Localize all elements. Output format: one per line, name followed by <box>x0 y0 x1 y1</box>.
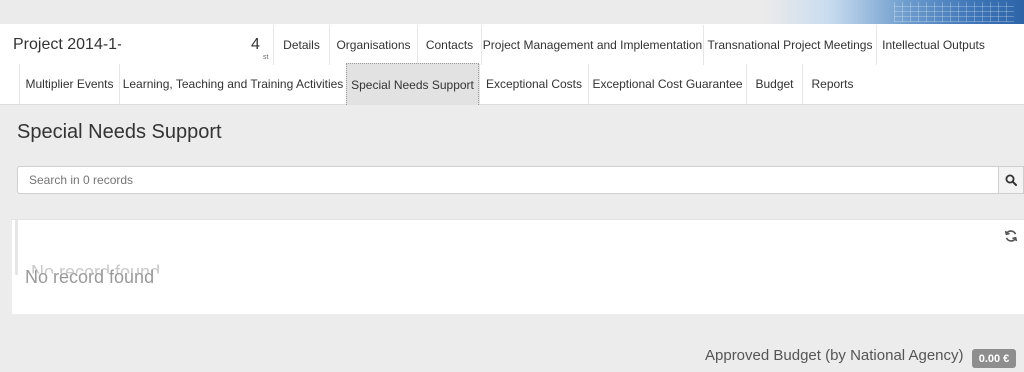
tab-special-needs-support[interactable]: Special Needs Support <box>346 63 479 105</box>
tab-transnational-meetings[interactable]: Transnational Project Meetings <box>703 25 876 65</box>
tab-exceptional-cost-guarantee[interactable]: Exceptional Cost Guarantee <box>588 64 746 104</box>
tab-exceptional-costs[interactable]: Exceptional Costs <box>479 64 588 104</box>
project-title: Project 2014-1- 4 st <box>13 24 268 64</box>
header-banner-image <box>764 0 1024 24</box>
tab-budget[interactable]: Budget <box>746 64 802 104</box>
redacted-region <box>121 24 267 64</box>
page-title: Special Needs Support <box>17 121 222 143</box>
tab-details[interactable]: Details <box>273 25 329 65</box>
results-panel <box>12 219 1024 314</box>
tab-learning-teaching-training[interactable]: Learning, Teaching and Training Activiti… <box>119 64 346 104</box>
tab-project-management[interactable]: Project Management and Implementation <box>481 25 703 65</box>
empty-state-text: No record found <box>25 267 155 287</box>
tab-reports[interactable]: Reports <box>802 64 862 104</box>
approved-budget-badge: 0.00 € <box>972 349 1016 368</box>
search-button[interactable] <box>998 166 1024 194</box>
project-code-start: Project 2014-1- <box>13 36 123 53</box>
tab-multiplier-events[interactable]: Multiplier Events <box>19 64 119 104</box>
search-icon <box>1005 174 1017 186</box>
search-input[interactable] <box>17 166 999 194</box>
panel-edge <box>15 220 18 275</box>
approved-budget-label: Approved Budget (by National Agency) <box>705 347 964 364</box>
tab-contacts[interactable]: Contacts <box>417 25 481 65</box>
refresh-icon[interactable] <box>1004 229 1018 243</box>
project-code-suffix: st <box>263 54 269 61</box>
tab-intellectual-outputs[interactable]: Intellectual Outputs <box>876 25 990 65</box>
tab-organisations[interactable]: Organisations <box>329 25 417 65</box>
project-code-end: 4 <box>251 36 260 53</box>
